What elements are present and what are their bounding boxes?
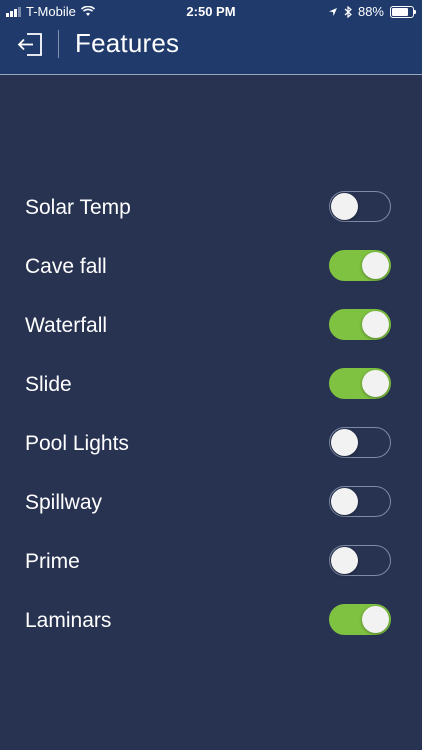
feature-label: Pool Lights xyxy=(25,432,129,455)
feature-label: Spillway xyxy=(25,491,103,514)
feature-label: Prime xyxy=(25,550,80,573)
toggle-knob xyxy=(362,370,389,397)
feature-toggle[interactable] xyxy=(329,309,391,340)
feature-toggle[interactable] xyxy=(329,486,391,517)
feature-row: Pool Lights xyxy=(0,413,422,472)
feature-row: Slide xyxy=(0,354,422,413)
header-divider xyxy=(58,30,59,58)
nav-header: Features xyxy=(0,22,422,75)
bluetooth-icon xyxy=(344,5,352,18)
toggle-knob xyxy=(331,429,358,456)
feature-row: Cave fall xyxy=(0,236,422,295)
feature-row: Waterfall xyxy=(0,295,422,354)
feature-label: Slide xyxy=(25,373,72,396)
feature-toggle[interactable] xyxy=(329,427,391,458)
battery-icon xyxy=(390,5,416,18)
feature-toggle[interactable] xyxy=(329,191,391,222)
battery-fill xyxy=(392,7,408,16)
feature-label: Waterfall xyxy=(25,314,108,337)
feature-label: Solar Temp xyxy=(25,196,131,219)
feature-list: Solar Temp Cave fall Waterfall Slide Poo… xyxy=(0,177,422,649)
exit-arrow-icon[interactable] xyxy=(16,29,46,59)
feature-row: Laminars xyxy=(0,590,422,649)
toggle-knob xyxy=(331,547,358,574)
feature-toggle[interactable] xyxy=(329,368,391,399)
toggle-knob xyxy=(362,606,389,633)
feature-row: Spillway xyxy=(0,472,422,531)
toggle-knob xyxy=(362,252,389,279)
feature-row: Prime xyxy=(0,531,422,590)
feature-label: Cave fall xyxy=(25,255,107,278)
toggle-knob xyxy=(331,193,358,220)
status-bar: T-Mobile 2:50 PM 88% xyxy=(0,0,422,22)
toggle-knob xyxy=(331,488,358,515)
page-title: Features xyxy=(75,28,180,58)
location-icon xyxy=(328,7,337,16)
feature-toggle[interactable] xyxy=(329,604,391,635)
feature-label: Laminars xyxy=(25,609,112,632)
status-right: 88% xyxy=(328,4,416,19)
feature-row: Solar Temp xyxy=(0,177,422,236)
feature-toggle[interactable] xyxy=(329,545,391,576)
feature-toggle[interactable] xyxy=(329,250,391,281)
toggle-knob xyxy=(362,311,389,338)
battery-percent: 88% xyxy=(357,4,384,19)
